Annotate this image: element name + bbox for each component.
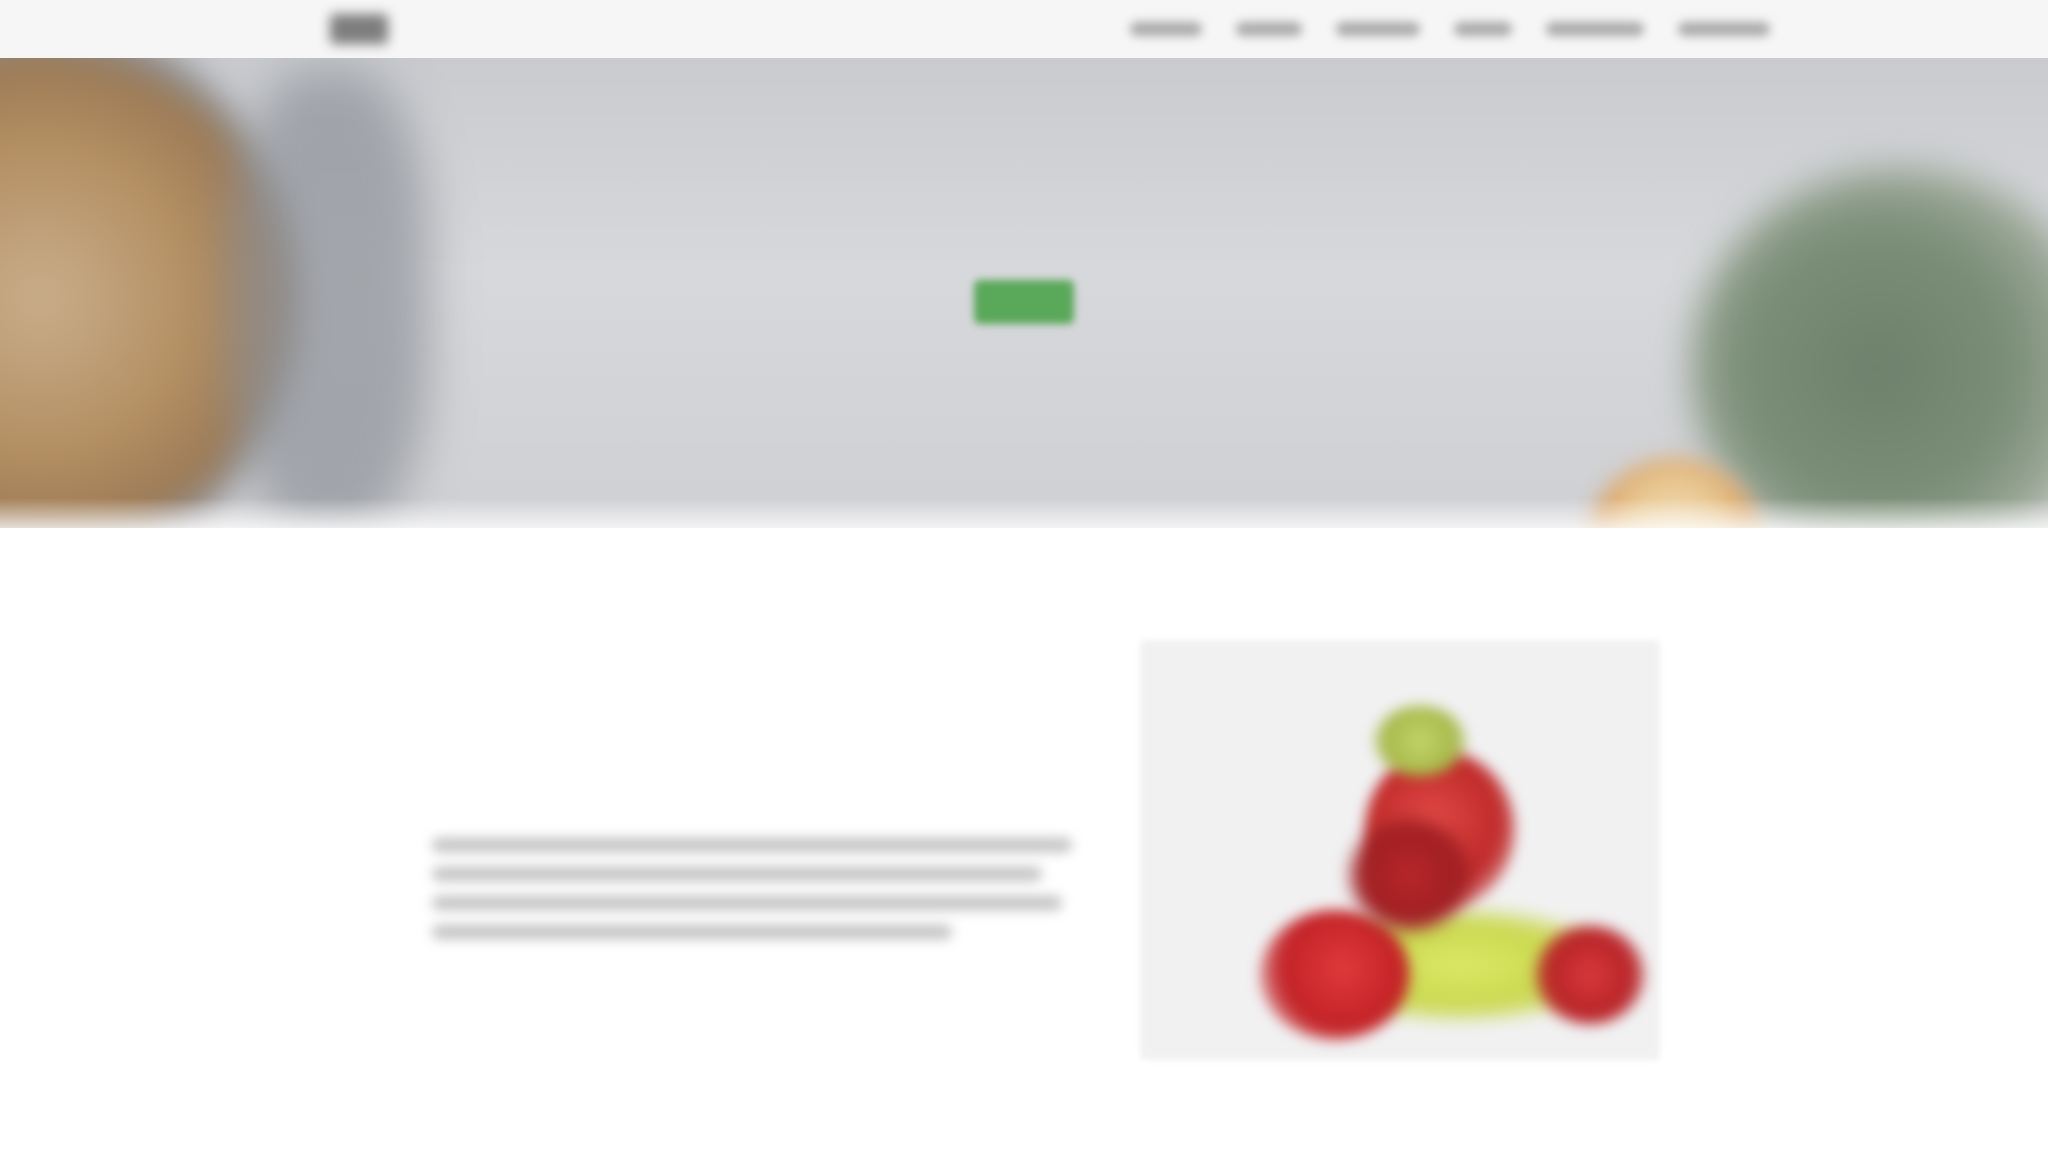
hero-banner	[0, 58, 2048, 528]
site-logo[interactable]	[330, 14, 388, 44]
pan-rim-image	[230, 68, 430, 528]
nav-item-6[interactable]	[1678, 22, 1770, 36]
strawberry-image	[1140, 640, 1660, 1060]
about-body-line	[432, 867, 1042, 881]
nav-item-3[interactable]	[1336, 22, 1420, 36]
hero-cta-button[interactable]	[974, 280, 1074, 324]
site-header	[0, 0, 2048, 58]
read-more-button[interactable]	[922, 1112, 1132, 1154]
strawberry-right-shape	[1535, 925, 1645, 1025]
strawberry-leaf-shape	[1374, 706, 1466, 776]
about-body-line	[432, 896, 1062, 910]
main-nav	[1130, 18, 1770, 40]
strawberry-left-shape	[1260, 910, 1410, 1040]
strawberry-stack-shadow-shape	[1350, 820, 1470, 930]
about-body-line	[432, 838, 1072, 852]
nav-item-1[interactable]	[1130, 22, 1202, 36]
nav-item-4[interactable]	[1454, 22, 1512, 36]
nav-item-5[interactable]	[1546, 22, 1644, 36]
about-body-line	[432, 925, 952, 939]
herb-image	[1690, 168, 2048, 528]
nav-item-2[interactable]	[1236, 22, 1302, 36]
about-section	[0, 600, 2048, 1080]
about-body	[432, 838, 1092, 954]
